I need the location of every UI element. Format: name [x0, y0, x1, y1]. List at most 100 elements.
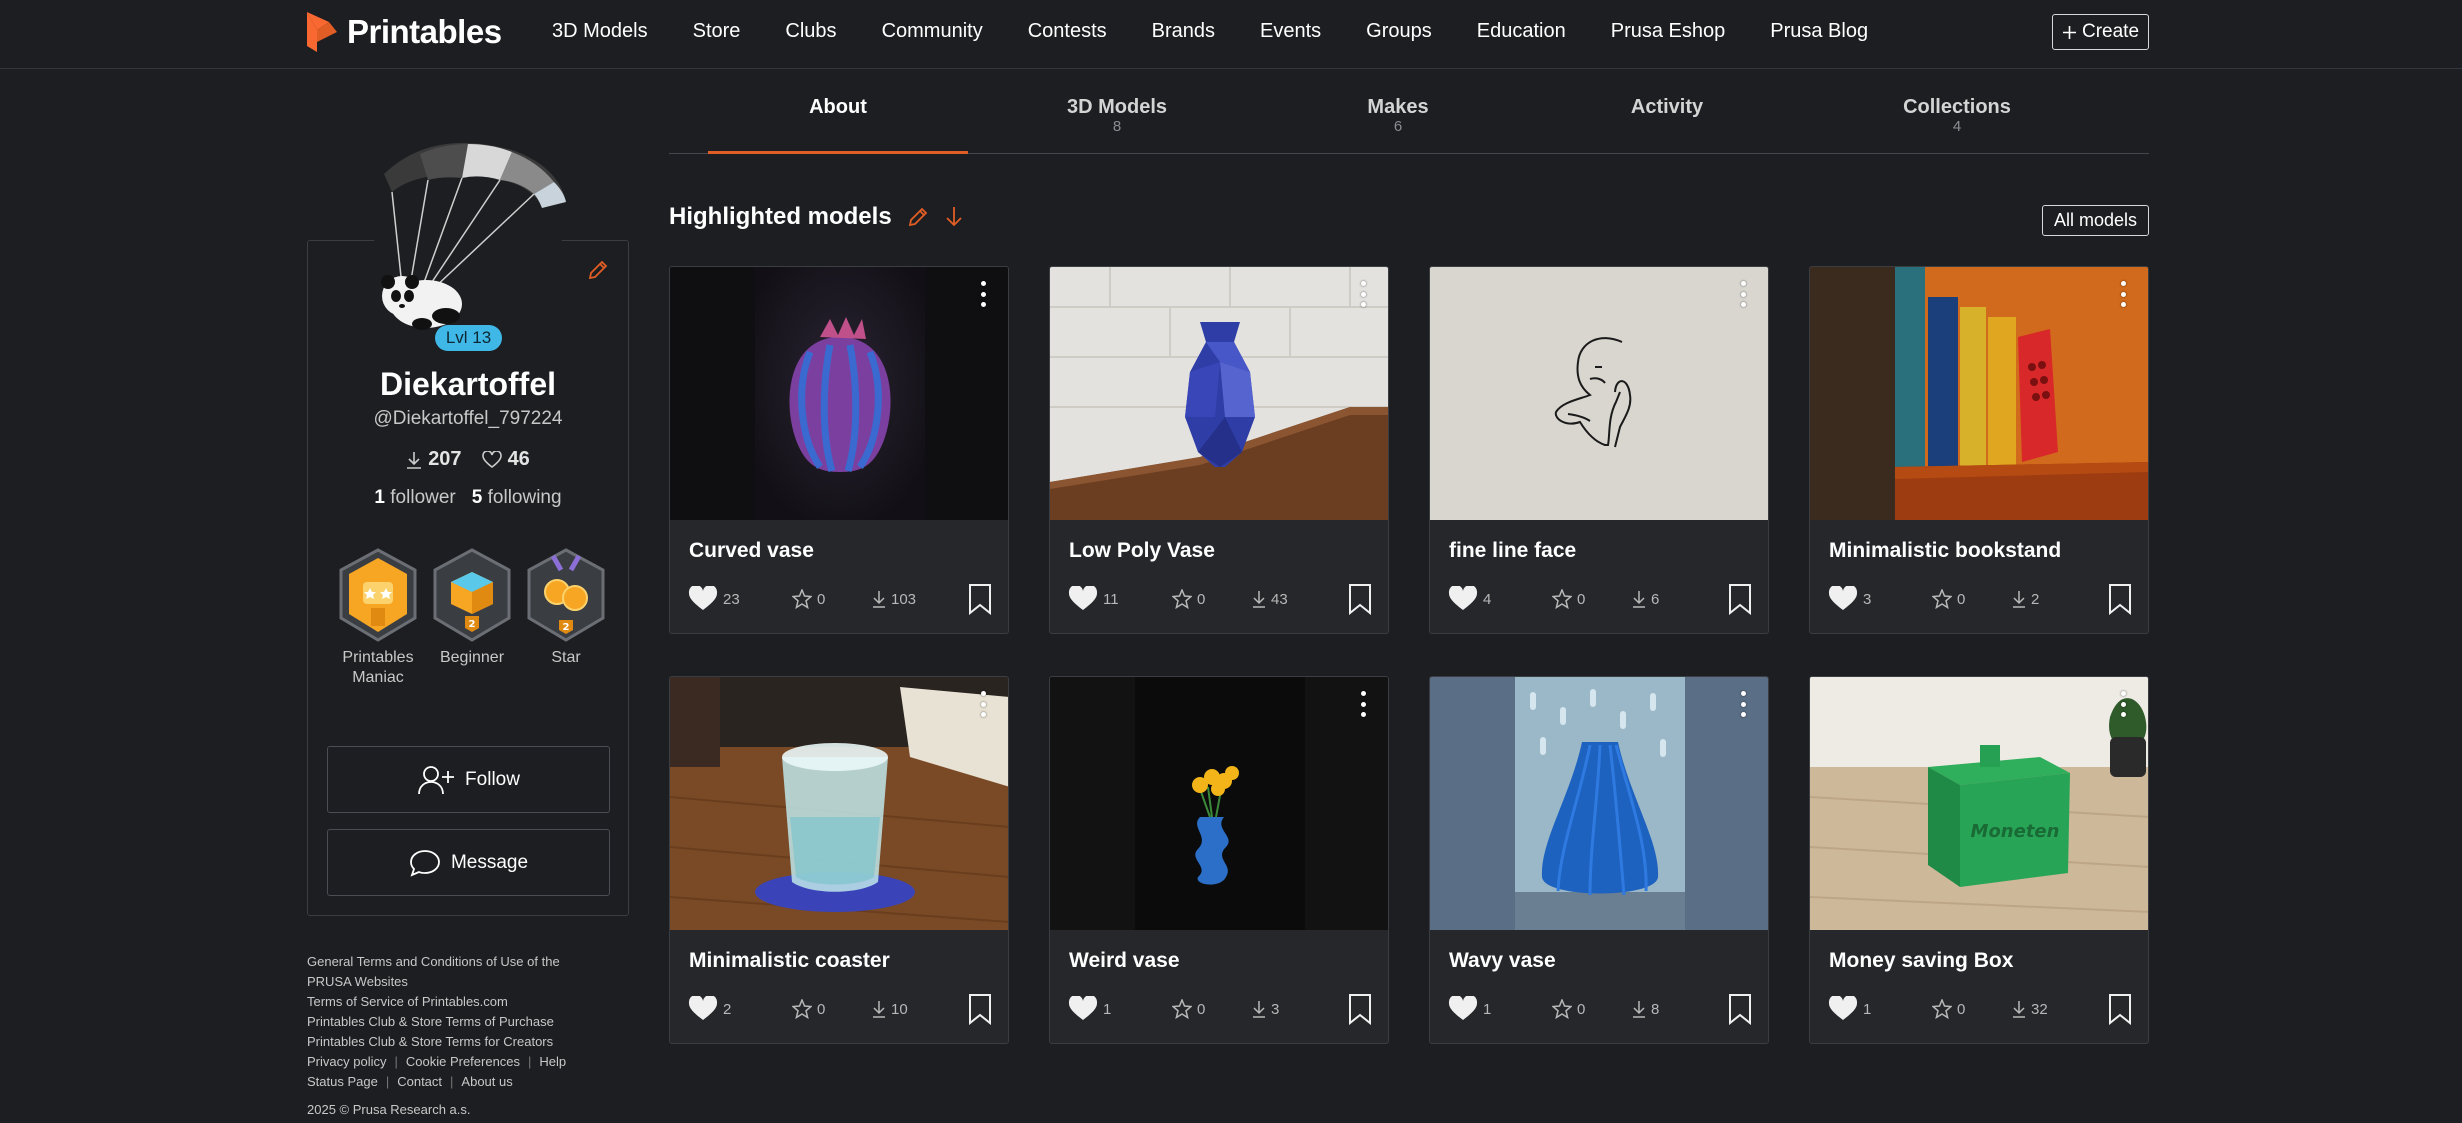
like-button[interactable]: 11 — [1068, 582, 1119, 616]
model-card-money-saving-box[interactable]: Moneten Money saving Box 1 0 32 — [1809, 676, 2149, 1044]
footer-link-general-terms[interactable]: General Terms and Conditions of Use of t… — [307, 952, 566, 992]
star-count: 0 — [1197, 1000, 1206, 1018]
follow-button[interactable]: Follow — [327, 746, 610, 813]
more-options-kebab-icon[interactable] — [1360, 281, 1366, 307]
model-card-curved-vase[interactable]: Curved vase 23 0 103 — [669, 266, 1009, 634]
like-button[interactable]: 1 — [1068, 992, 1111, 1026]
save-button[interactable] — [1728, 992, 1752, 1026]
nav-prusa-blog[interactable]: Prusa Blog — [1770, 18, 1868, 44]
model-name[interactable]: Minimalistic bookstand — [1829, 539, 2061, 563]
more-options-kebab-icon[interactable] — [980, 691, 986, 717]
model-thumbnail[interactable] — [1810, 267, 2149, 520]
download-count: 32 — [2031, 1000, 2048, 1018]
nav-prusa-eshop[interactable]: Prusa Eshop — [1611, 18, 1726, 44]
footer-link-creators[interactable]: Printables Club & Store Terms for Creato… — [307, 1032, 566, 1052]
save-button[interactable] — [968, 582, 992, 616]
save-button[interactable] — [968, 992, 992, 1026]
more-options-kebab-icon[interactable] — [1740, 281, 1746, 307]
like-button[interactable]: 3 — [1828, 582, 1871, 616]
model-name[interactable]: Weird vase — [1069, 949, 1180, 973]
more-options-kebab-icon[interactable] — [2120, 281, 2126, 307]
more-options-kebab-icon[interactable] — [2120, 691, 2126, 717]
model-thumbnail[interactable] — [670, 267, 1009, 520]
nav-groups[interactable]: Groups — [1366, 18, 1432, 44]
like-button[interactable]: 23 — [688, 582, 740, 616]
model-name[interactable]: Curved vase — [689, 539, 814, 563]
like-button[interactable]: 4 — [1448, 582, 1491, 616]
all-models-button[interactable]: All models — [2042, 205, 2149, 236]
maniac-badge-icon — [339, 548, 417, 642]
save-button[interactable] — [2108, 582, 2132, 616]
badge-beginner[interactable]: 2 Beginner — [424, 548, 520, 668]
model-thumbnail[interactable] — [1050, 267, 1389, 520]
sort-arrow-down-icon[interactable] — [944, 205, 964, 229]
avatar[interactable] — [362, 136, 578, 332]
badge-star[interactable]: 2 Star — [518, 548, 614, 668]
edit-profile-icon[interactable] — [586, 258, 610, 282]
footer-link-cookies[interactable]: Cookie Preferences — [406, 1054, 520, 1069]
nav-3d-models[interactable]: 3D Models — [552, 18, 648, 44]
top-navigation: Printables 3D Models Store Clubs Communi… — [0, 0, 2462, 69]
footer-link-contact[interactable]: Contact — [397, 1074, 442, 1089]
nav-community[interactable]: Community — [882, 18, 983, 44]
tab-makes[interactable]: Makes 6 — [1268, 96, 1528, 136]
model-thumbnail[interactable] — [670, 677, 1009, 930]
message-button[interactable]: Message — [327, 829, 610, 896]
edit-pencil-icon[interactable] — [906, 205, 930, 229]
printables-logo[interactable]: Printables — [305, 10, 502, 54]
nav-clubs[interactable]: Clubs — [785, 18, 836, 44]
model-card-minimalistic-bookstand[interactable]: Minimalistic bookstand 3 0 2 — [1809, 266, 2149, 634]
model-card-minimalistic-coaster[interactable]: Minimalistic coaster 2 0 10 — [669, 676, 1009, 1044]
tab-about[interactable]: About — [708, 96, 968, 118]
nav-events[interactable]: Events — [1260, 18, 1321, 44]
create-button[interactable]: Create — [2052, 14, 2149, 50]
footer-link-privacy[interactable]: Privacy policy — [307, 1054, 386, 1069]
nav-store[interactable]: Store — [693, 18, 741, 44]
model-name[interactable]: Wavy vase — [1449, 949, 1556, 973]
nav-brands[interactable]: Brands — [1152, 18, 1215, 44]
download-icon — [1633, 1001, 1645, 1018]
model-card-wavy-vase[interactable]: Wavy vase 1 0 8 — [1429, 676, 1769, 1044]
heart-icon — [1828, 996, 1858, 1020]
following-link[interactable]: 5 following — [472, 487, 562, 509]
downloads-stat: 207 — [406, 448, 462, 471]
tab-collections[interactable]: Collections 4 — [1827, 96, 2087, 136]
model-thumbnail[interactable] — [1430, 677, 1769, 930]
model-thumbnail[interactable]: Moneten — [1810, 677, 2149, 930]
footer-link-status[interactable]: Status Page — [307, 1074, 378, 1089]
like-button[interactable]: 1 — [1448, 992, 1491, 1026]
model-card-low-poly-vase[interactable]: Low Poly Vase 11 0 43 — [1049, 266, 1389, 634]
tab-count: 4 — [1952, 118, 1962, 135]
model-thumbnail[interactable] — [1050, 677, 1389, 930]
tab-3d-models[interactable]: 3D Models 8 — [987, 96, 1247, 136]
model-name[interactable]: Low Poly Vase — [1069, 539, 1215, 563]
badge-printables-maniac[interactable]: Printables Maniac — [330, 548, 426, 688]
nav-education[interactable]: Education — [1477, 18, 1566, 44]
model-name[interactable]: Minimalistic coaster — [689, 949, 890, 973]
more-options-kebab-icon[interactable] — [1360, 691, 1366, 717]
footer-link-help[interactable]: Help — [539, 1054, 566, 1069]
footer-link-tos[interactable]: Terms of Service of Printables.com — [307, 992, 566, 1012]
save-button[interactable] — [1728, 582, 1752, 616]
save-button[interactable] — [2108, 992, 2132, 1026]
heart-icon — [688, 586, 718, 610]
footer-separator: | — [528, 1054, 532, 1069]
more-options-kebab-icon[interactable] — [980, 281, 986, 307]
model-stats: 11 0 43 — [1068, 582, 1372, 616]
followers-link[interactable]: 1 follower — [374, 487, 455, 509]
model-card-fine-line-face[interactable]: fine line face 4 0 6 — [1429, 266, 1769, 634]
model-card-weird-vase[interactable]: Weird vase 1 0 3 — [1049, 676, 1389, 1044]
save-button[interactable] — [1348, 582, 1372, 616]
footer-link-about[interactable]: About us — [461, 1074, 512, 1089]
like-button[interactable]: 1 — [1828, 992, 1871, 1026]
model-thumbnail[interactable] — [1430, 267, 1769, 520]
like-button[interactable]: 2 — [688, 992, 731, 1026]
nav-contests[interactable]: Contests — [1028, 18, 1107, 44]
badges: Printables Maniac 2 Beginner 2 Star — [330, 548, 610, 708]
model-name[interactable]: fine line face — [1449, 539, 1576, 563]
save-button[interactable] — [1348, 992, 1372, 1026]
model-name[interactable]: Money saving Box — [1829, 949, 2013, 973]
tab-activity[interactable]: Activity — [1537, 96, 1797, 118]
footer-link-purchase[interactable]: Printables Club & Store Terms of Purchas… — [307, 1012, 566, 1032]
more-options-kebab-icon[interactable] — [1740, 691, 1746, 717]
